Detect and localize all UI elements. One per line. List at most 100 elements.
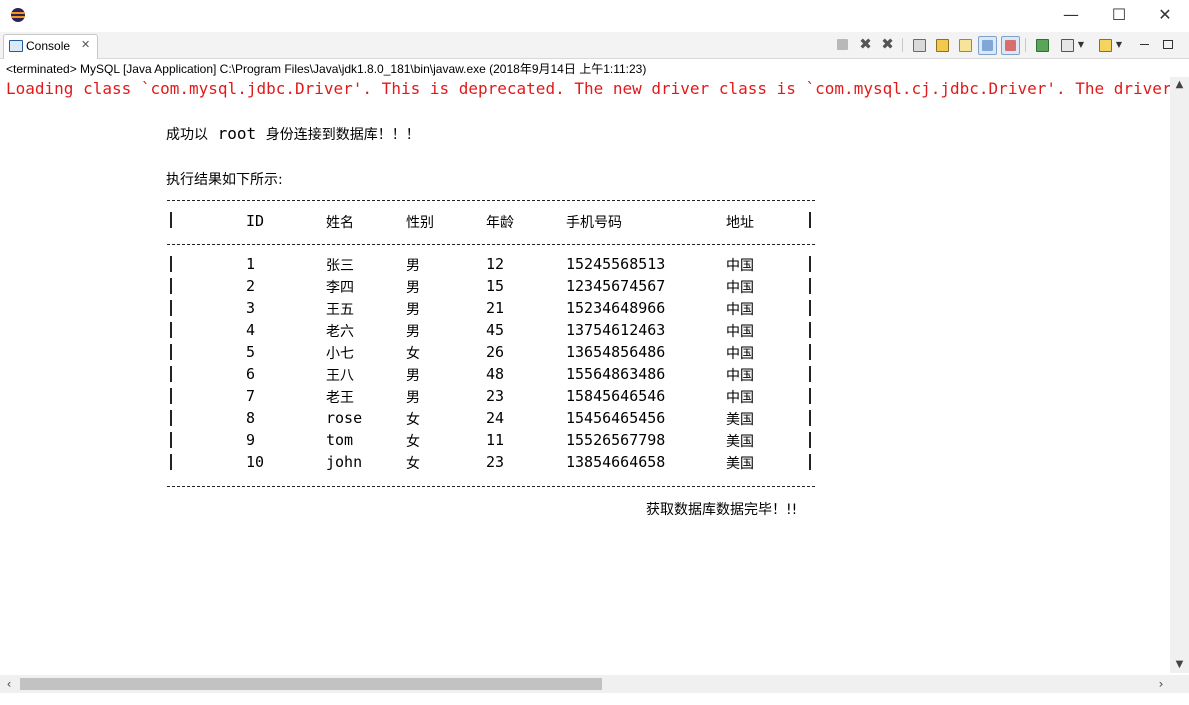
header-address: 地址 <box>726 215 754 231</box>
open-console-icon[interactable]: ▼ <box>1096 36 1122 53</box>
connected-suffix: 身份连接到数据库！！！ <box>265 127 420 143</box>
cell-id: 4 <box>246 321 256 339</box>
console-output[interactable]: Loading class `com.mysql.jdbc.Driver'. T… <box>0 77 1170 673</box>
maximize-view-icon[interactable] <box>1159 36 1176 53</box>
table-pipe <box>170 454 172 470</box>
table-pipe <box>809 344 811 360</box>
maximize-window-button[interactable]: ☐ <box>1107 4 1131 26</box>
table-separator-top <box>167 200 815 201</box>
minimize-view-icon[interactable] <box>1136 36 1153 53</box>
cell-age: 15 <box>486 277 505 295</box>
pin-console-icon[interactable] <box>1033 36 1050 53</box>
display-selected-console-icon[interactable]: ▼ <box>1058 36 1084 53</box>
header-gender: 性别 <box>406 215 434 231</box>
horizontal-scrollbar[interactable]: ‹ › <box>0 675 1170 693</box>
cell-id: 1 <box>246 255 256 273</box>
scroll-left-icon[interactable]: ‹ <box>0 675 18 693</box>
header-id: ID <box>246 212 265 230</box>
cell-name: 小七 <box>326 346 354 362</box>
cell-gender: 男 <box>406 324 420 340</box>
table-pipe <box>809 454 811 470</box>
clear-console-icon[interactable] <box>910 36 927 53</box>
cell-id: 6 <box>246 365 256 383</box>
cell-name: rose <box>326 409 363 427</box>
cell-age: 48 <box>486 365 505 383</box>
cell-phone: 15845646546 <box>566 387 666 405</box>
scroll-lock-icon[interactable] <box>933 36 950 53</box>
cell-name: 老六 <box>326 324 354 340</box>
cell-name: 王八 <box>326 368 354 384</box>
cell-age: 23 <box>486 453 505 471</box>
tab-console-label: Console <box>26 39 71 53</box>
result-heading: 执行结果如下所示: <box>166 172 283 188</box>
table-pipe <box>170 410 172 426</box>
table-pipe <box>170 278 172 294</box>
close-window-button[interactable]: ✕ <box>1153 4 1177 26</box>
cell-phone: 15526567798 <box>566 431 666 449</box>
cell-address: 中国 <box>726 258 754 274</box>
cell-id: 2 <box>246 277 256 295</box>
cell-name: 王五 <box>326 302 354 318</box>
done-message: 获取数据库数据完毕！!! <box>646 502 798 518</box>
tab-console[interactable]: Console ✕ <box>3 34 98 59</box>
table-pipe <box>170 366 172 382</box>
cell-age: 23 <box>486 387 505 405</box>
table-pipe <box>170 344 172 360</box>
cell-phone: 15564863486 <box>566 365 666 383</box>
table-pipe <box>809 256 811 272</box>
cell-phone: 15456465456 <box>566 409 666 427</box>
cell-gender: 女 <box>406 412 420 428</box>
cell-gender: 女 <box>406 434 420 450</box>
scroll-up-icon[interactable]: ▲ <box>1170 79 1189 90</box>
cell-address: 美国 <box>726 434 754 450</box>
cell-phone: 15245568513 <box>566 255 666 273</box>
cell-age: 11 <box>486 431 505 449</box>
cell-id: 5 <box>246 343 256 361</box>
terminate-icon[interactable] <box>834 36 851 53</box>
show-on-stdout-icon[interactable] <box>978 36 997 55</box>
cell-address: 美国 <box>726 456 754 472</box>
table-pipe <box>809 278 811 294</box>
horizontal-scroll-thumb[interactable] <box>20 678 602 690</box>
show-on-stderr-icon[interactable] <box>1001 36 1020 55</box>
cell-id: 9 <box>246 431 256 449</box>
console-view-tabbar: Console ✕ ✖ ✖ ▼ ▼ <box>0 32 1189 59</box>
cell-gender: 男 <box>406 390 420 406</box>
table-pipe <box>170 388 172 404</box>
cell-age: 45 <box>486 321 505 339</box>
tab-close-icon[interactable]: ✕ <box>81 38 90 51</box>
header-phone: 手机号码 <box>566 215 622 231</box>
table-pipe <box>170 322 172 338</box>
cell-age: 24 <box>486 409 505 427</box>
scroll-down-icon[interactable]: ▼ <box>1170 659 1189 670</box>
cell-id: 7 <box>246 387 256 405</box>
cell-address: 中国 <box>726 280 754 296</box>
cell-phone: 13754612463 <box>566 321 666 339</box>
cell-phone: 15234648966 <box>566 299 666 317</box>
table-separator-bottom <box>167 486 815 487</box>
cell-name: 李四 <box>326 280 354 296</box>
console-icon <box>9 40 23 52</box>
table-pipe <box>170 300 172 316</box>
remove-all-terminated-icon[interactable]: ✖ <box>879 36 896 53</box>
window-titlebar: — ☐ ✕ <box>0 0 1189 32</box>
cell-address: 中国 <box>726 346 754 362</box>
word-wrap-icon[interactable] <box>956 36 973 53</box>
remove-launch-icon[interactable]: ✖ <box>857 36 874 53</box>
scroll-right-icon[interactable]: › <box>1152 675 1170 693</box>
table-pipe <box>809 388 811 404</box>
table-pipe <box>809 432 811 448</box>
cell-gender: 男 <box>406 258 420 274</box>
vertical-scrollbar[interactable]: ▲ ▼ <box>1170 77 1189 673</box>
cell-address: 中国 <box>726 390 754 406</box>
table-pipe <box>809 212 811 228</box>
cell-name: john <box>326 453 363 471</box>
cell-name: 老王 <box>326 390 354 406</box>
minimize-window-button[interactable]: — <box>1059 4 1083 26</box>
cell-name: tom <box>326 431 354 449</box>
launch-status-line: <terminated> MySQL [Java Application] C:… <box>6 62 647 76</box>
cell-name: 张三 <box>326 258 354 274</box>
table-pipe <box>170 256 172 272</box>
cell-address: 美国 <box>726 412 754 428</box>
cell-age: 21 <box>486 299 505 317</box>
